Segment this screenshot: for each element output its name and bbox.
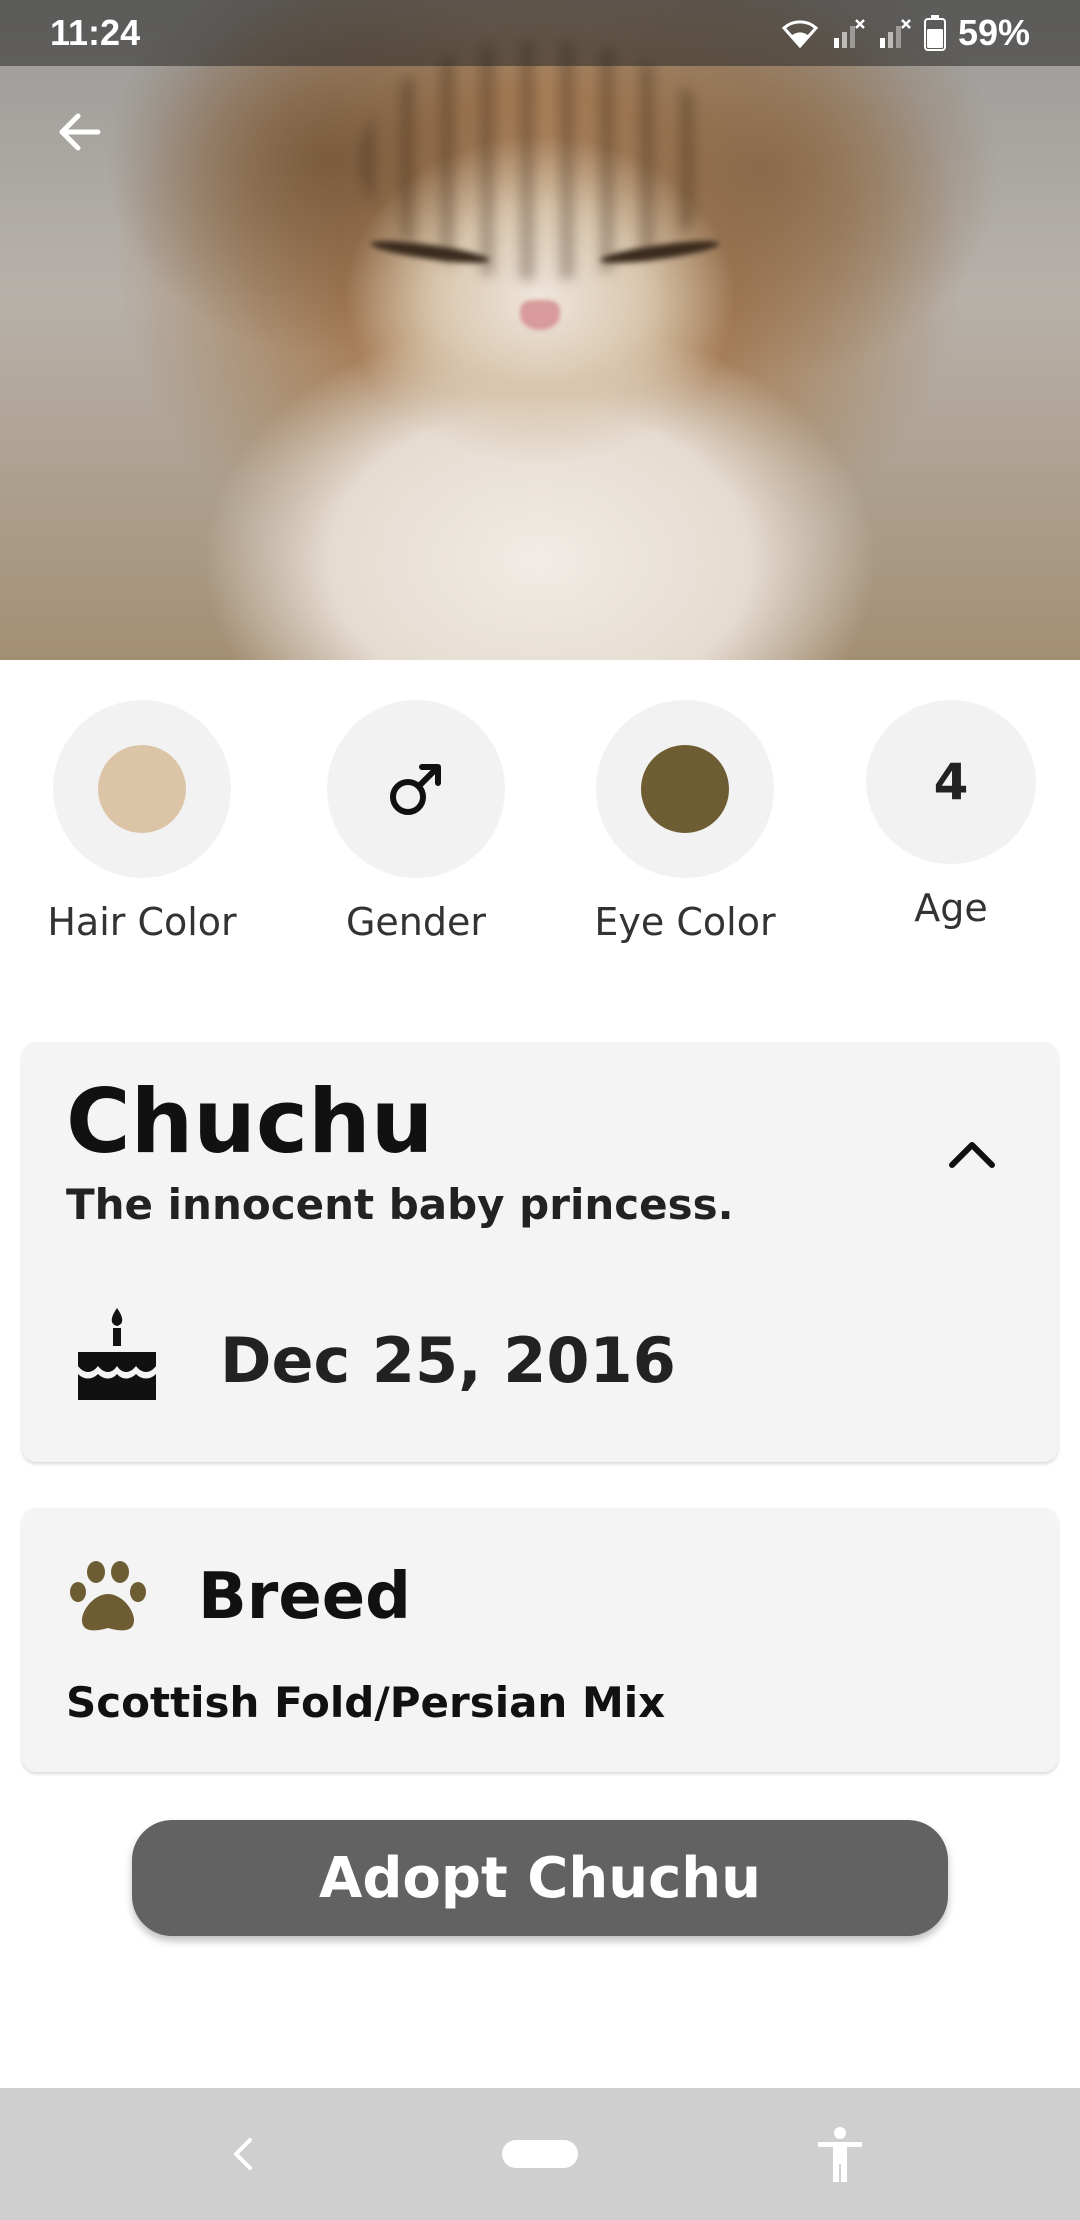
nav-home-pill[interactable]	[502, 2140, 578, 2168]
hair-color-chip	[53, 700, 231, 878]
breed-card: Breed Scottish Fold/Persian Mix	[22, 1508, 1058, 1772]
signal-icon	[832, 16, 866, 50]
attribute-hair-color: Hair Color	[32, 700, 252, 944]
pet-detail-screen: 11:24 59% Hair Color Gender Eye Color 4 …	[0, 0, 1080, 2220]
age-label: Age	[914, 886, 988, 930]
attribute-age: 4 Age	[841, 700, 1061, 930]
arrow-left-icon	[59, 113, 101, 151]
status-time: 11:24	[50, 12, 141, 53]
age-value: 4	[933, 753, 969, 811]
accessibility-icon[interactable]	[814, 2126, 866, 2184]
attribute-eye-color: Eye Color	[575, 700, 795, 944]
paw-icon	[70, 1561, 146, 1631]
eye-color-swatch	[641, 745, 729, 833]
pet-photo	[0, 0, 1080, 660]
hair-color-swatch	[98, 745, 186, 833]
male-symbol-icon	[390, 764, 441, 815]
gender-chip	[327, 700, 505, 878]
adopt-button[interactable]: Adopt Chuchu	[132, 1820, 948, 1936]
birthday-cake-icon	[78, 1308, 156, 1400]
battery-percent: 59%	[957, 12, 1030, 53]
pet-info-card: Chuchu The innocent baby princess. Dec 2…	[22, 1042, 1058, 1462]
chevron-up-icon	[949, 1142, 995, 1168]
attribute-gender: Gender	[306, 700, 526, 944]
battery-icon	[923, 15, 946, 51]
pet-tagline: The innocent baby princess.	[66, 1180, 734, 1229]
pet-name: Chuchu	[66, 1070, 434, 1173]
hair-color-label: Hair Color	[47, 900, 237, 944]
collapse-button[interactable]	[940, 1122, 1004, 1186]
age-chip: 4	[866, 700, 1036, 864]
attributes-row: Hair Color Gender Eye Color 4 Age	[0, 700, 1080, 960]
wifi-icon	[780, 16, 820, 50]
status-icons: 59%	[780, 12, 1030, 54]
nav-back-icon[interactable]	[222, 2132, 262, 2176]
back-button[interactable]	[46, 100, 110, 164]
breed-title: Breed	[198, 1560, 411, 1634]
breed-value: Scottish Fold/Persian Mix	[66, 1678, 666, 1727]
eye-color-chip	[596, 700, 774, 878]
eye-color-label: Eye Color	[594, 900, 776, 944]
signal-icon-2	[878, 16, 912, 50]
system-nav-bar	[0, 2088, 1080, 2220]
status-bar: 11:24 59%	[0, 0, 1080, 66]
gender-label: Gender	[345, 900, 487, 944]
birthday-date: Dec 25, 2016	[220, 1324, 676, 1397]
